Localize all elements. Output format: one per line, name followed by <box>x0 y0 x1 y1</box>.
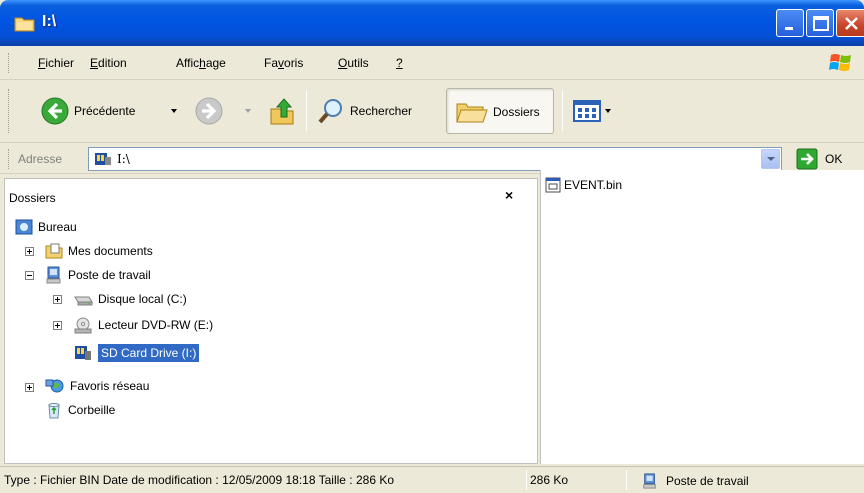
status-bar: Type : Fichier BIN Date de modification … <box>0 466 864 493</box>
folders-icon <box>456 103 488 123</box>
expand-toggle[interactable] <box>25 383 34 392</box>
menu-edition[interactable]: Edition <box>90 56 127 70</box>
go-button[interactable] <box>796 148 818 170</box>
status-divider <box>526 470 527 490</box>
file-name: EVENT.bin <box>564 178 623 192</box>
dropdown-arrow-icon <box>171 109 177 113</box>
expand-toggle[interactable] <box>53 321 62 330</box>
close-button[interactable] <box>836 9 864 37</box>
tree-item-label: Corbeille <box>68 403 116 417</box>
search-button[interactable]: Rechercher <box>316 89 412 133</box>
title-bar[interactable]: I:\ <box>0 0 864 46</box>
maximize-button[interactable] <box>806 9 834 37</box>
desktop-icon <box>15 219 33 235</box>
recycle-bin-icon <box>48 403 60 419</box>
network-places-icon <box>45 379 64 393</box>
expand-toggle[interactable] <box>25 247 34 256</box>
file-list-pane: EVENT.bin <box>540 170 864 464</box>
folders-label: Dossiers <box>493 105 540 119</box>
address-dropdown-button[interactable] <box>761 149 780 169</box>
up-folder-icon <box>270 98 294 125</box>
folder-icon <box>14 14 36 32</box>
views-icon <box>573 100 601 122</box>
back-dropdown[interactable] <box>171 109 177 113</box>
toolbar-grip[interactable] <box>8 89 11 133</box>
menu-favoris[interactable]: Favoris <box>264 56 303 70</box>
sd-card-drive-icon <box>75 346 91 360</box>
dropdown-arrow-icon <box>605 109 611 113</box>
folders-pane: Dossiers × Bureau Mes documents Poste de… <box>4 178 538 464</box>
tree-item-mes-documents[interactable]: Mes documents <box>45 241 153 261</box>
status-details: Type : Fichier BIN Date de modification … <box>4 473 395 487</box>
menu-bar: Fichier Edition Affichage Favoris Outils… <box>0 46 864 80</box>
go-label[interactable]: OK <box>825 152 842 166</box>
bin-file-icon <box>545 177 561 193</box>
menu-affichage[interactable]: Affichage <box>176 56 226 70</box>
menu-outils[interactable]: Outils <box>338 56 369 70</box>
collapse-toggle[interactable] <box>25 271 34 280</box>
tree-item-label: Bureau <box>38 220 77 234</box>
address-value: I:\ <box>117 152 130 166</box>
dropdown-arrow-icon <box>245 109 251 113</box>
go-arrow-icon <box>796 148 818 170</box>
menu-grip[interactable] <box>8 53 11 73</box>
toolbar-separator <box>306 91 307 131</box>
tree-item-label: Favoris réseau <box>70 379 150 393</box>
file-item-event-bin[interactable]: EVENT.bin <box>545 177 622 193</box>
tree-item-poste-de-travail[interactable]: Poste de travail <box>45 265 151 285</box>
folders-pane-close-button[interactable]: × <box>505 187 513 203</box>
back-label: Précédente <box>74 104 136 118</box>
tree-item-label: Disque local (C:) <box>98 292 187 306</box>
dvd-drive-icon <box>74 317 92 334</box>
windows-logo-icon <box>828 51 854 75</box>
address-grip[interactable] <box>8 149 11 169</box>
minimize-icon <box>785 27 793 30</box>
up-folder-button[interactable] <box>268 89 298 133</box>
tree-item-label: Mes documents <box>68 244 153 258</box>
expand-toggle[interactable] <box>53 295 62 304</box>
menu-aide[interactable]: ? <box>396 56 403 70</box>
tree-item-sd-card-drive[interactable]: SD Card Drive (I:) <box>73 343 200 363</box>
maximize-icon <box>813 16 829 31</box>
explorer-window: I:\ Fichier Edition Affichage Favoris Ou… <box>0 0 864 493</box>
views-button[interactable] <box>572 89 611 133</box>
status-zone: Poste de travail <box>642 473 749 489</box>
back-button[interactable]: Précédente <box>40 89 135 133</box>
forward-button <box>194 89 224 133</box>
toolbar-separator <box>562 91 563 131</box>
status-divider <box>626 470 627 490</box>
address-label: Adresse <box>18 152 63 166</box>
documents-folder-icon <box>45 243 63 259</box>
status-zone-label: Poste de travail <box>666 474 749 488</box>
folders-pane-header: Dossiers × <box>5 179 537 207</box>
search-label: Rechercher <box>350 104 413 118</box>
folders-pane-title: Dossiers <box>9 191 56 205</box>
search-icon <box>318 99 342 124</box>
tree-item-corbeille[interactable]: Corbeille <box>45 400 115 420</box>
address-input[interactable]: I:\ <box>88 147 782 171</box>
hard-drive-icon <box>74 296 93 306</box>
forward-arrow-icon <box>195 97 223 125</box>
window-title: I:\ <box>42 13 57 30</box>
close-icon <box>845 17 858 30</box>
tree-item-label: Lecteur DVD-RW (E:) <box>98 318 214 332</box>
back-arrow-icon <box>41 97 69 125</box>
minimize-button[interactable] <box>776 9 804 37</box>
tree-item-label: Poste de travail <box>68 268 151 282</box>
chevron-down-icon <box>767 157 775 161</box>
tree-item-lecteur-dvd[interactable]: Lecteur DVD-RW (E:) <box>73 315 213 335</box>
forward-dropdown <box>245 109 251 113</box>
tree-item-label: SD Card Drive (I:) <box>98 344 200 362</box>
tree-item-disque-local[interactable]: Disque local (C:) <box>73 289 187 309</box>
my-computer-icon <box>643 473 656 489</box>
my-computer-icon <box>46 266 61 284</box>
tree-item-bureau[interactable]: Bureau <box>15 217 77 237</box>
status-size: 286 Ko <box>530 473 569 487</box>
sd-card-drive-icon <box>93 151 113 167</box>
folders-button[interactable]: Dossiers <box>446 88 554 134</box>
menu-fichier[interactable]: Fichier <box>38 56 74 70</box>
tree-item-favoris-reseau[interactable]: Favoris réseau <box>45 376 149 396</box>
standard-toolbar: Précédente Rechercher Dossiers <box>0 81 864 143</box>
